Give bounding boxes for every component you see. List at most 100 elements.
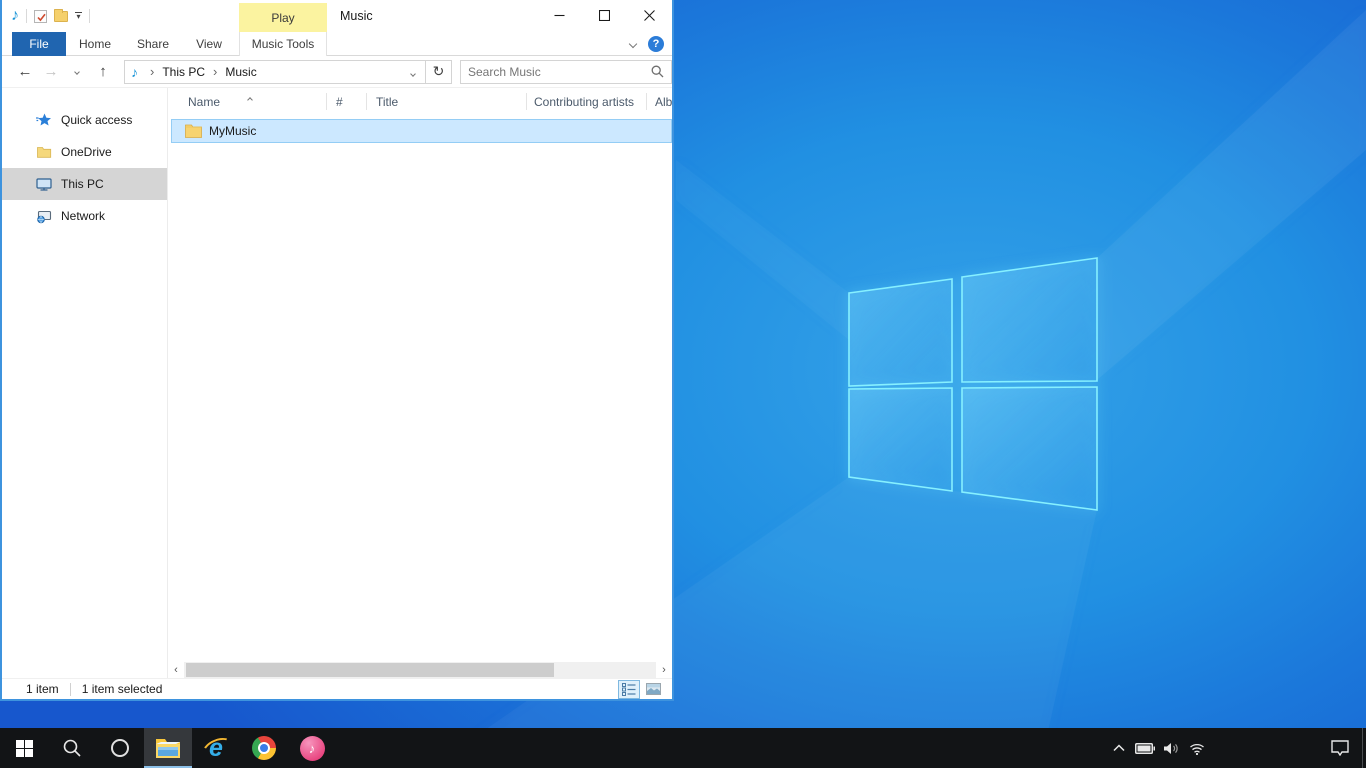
tab-home[interactable]: Home xyxy=(68,32,122,56)
cortana-circle-icon xyxy=(110,738,130,758)
view-toggle-buttons xyxy=(618,680,664,699)
folder-icon xyxy=(185,124,202,138)
details-view-button[interactable] xyxy=(618,680,640,699)
search-box xyxy=(460,60,672,84)
customize-toolbar-dropdown-icon[interactable]: ▾ xyxy=(75,12,82,20)
address-bar-group: ♪ › This PC › Music ↻ xyxy=(124,60,452,84)
column-divider[interactable] xyxy=(646,93,647,110)
sidebar-item-label: Quick access xyxy=(61,113,132,127)
window-title: Music xyxy=(340,9,373,23)
address-bar[interactable]: ♪ › This PC › Music xyxy=(125,61,425,83)
recent-locations-chevron-icon[interactable] xyxy=(64,70,90,74)
file-row-mymusic[interactable]: MyMusic xyxy=(171,119,672,143)
wifi-icon xyxy=(1189,742,1205,755)
sidebar-item-label: This PC xyxy=(61,177,104,191)
chevron-up-icon xyxy=(1113,744,1125,752)
taskbar: e ♪ xyxy=(0,728,1366,768)
navigation-pane: Quick access OneDrive This PC xyxy=(2,88,168,678)
refresh-button[interactable]: ↻ xyxy=(425,61,451,83)
battery-indicator[interactable] xyxy=(1132,728,1158,768)
thumbnail-view-icon xyxy=(646,683,661,695)
taskbar-search-button[interactable] xyxy=(48,728,96,768)
taskbar-file-explorer-button[interactable] xyxy=(144,728,192,768)
scroll-right-arrow-icon[interactable]: › xyxy=(656,662,672,678)
show-desktop-button[interactable] xyxy=(1362,728,1366,768)
ribbon-collapse-chevron-icon[interactable] xyxy=(629,40,637,48)
separator xyxy=(89,9,90,23)
chrome-icon xyxy=(252,736,276,760)
close-button[interactable] xyxy=(627,0,672,31)
ribbon-tab-row: File Home Share View Music Tools ? xyxy=(2,32,672,56)
column-header-title[interactable]: Title xyxy=(376,95,398,109)
file-explorer-icon xyxy=(155,737,181,759)
separator xyxy=(26,9,27,23)
sidebar-item-network[interactable]: Network xyxy=(2,200,167,232)
scrollbar-thumb[interactable] xyxy=(186,663,554,677)
tab-share[interactable]: Share xyxy=(126,32,180,56)
sidebar-item-label: OneDrive xyxy=(61,145,112,159)
properties-icon[interactable] xyxy=(34,10,47,23)
horizontal-scrollbar: ‹ › xyxy=(168,662,672,678)
action-center-button[interactable] xyxy=(1318,728,1362,768)
column-divider[interactable] xyxy=(526,93,527,110)
column-header-contributing-artists[interactable]: Contributing artists xyxy=(534,95,634,109)
scrollbar-track[interactable] xyxy=(184,662,656,678)
sort-ascending-caret-icon xyxy=(248,91,252,105)
sidebar-item-label: Network xyxy=(61,209,105,223)
volume-indicator[interactable] xyxy=(1158,728,1184,768)
this-pc-monitor-icon xyxy=(36,176,52,192)
location-music-note-icon: ♪ xyxy=(131,64,138,80)
onedrive-folder-icon xyxy=(36,144,52,160)
action-center-icon xyxy=(1331,740,1349,756)
tab-file[interactable]: File xyxy=(12,32,66,56)
itunes-button[interactable]: ♪ xyxy=(288,728,336,768)
column-header-row: Name # Title Contributing artists Alb xyxy=(168,88,672,116)
internet-explorer-button[interactable]: e xyxy=(192,728,240,768)
internet-explorer-icon: e xyxy=(203,735,229,761)
new-folder-icon[interactable] xyxy=(54,11,68,22)
column-header-album[interactable]: Alb xyxy=(655,95,672,109)
breadcrumb-this-pc[interactable]: This PC xyxy=(160,65,207,79)
search-input[interactable] xyxy=(468,65,651,79)
quick-access-toolbar: ♪ ▾ xyxy=(2,8,90,24)
title-bar[interactable]: ♪ ▾ Play Music xyxy=(2,0,672,32)
quick-access-star-icon xyxy=(36,112,52,128)
forward-button[interactable]: → xyxy=(38,63,64,80)
column-header-name[interactable]: Name xyxy=(188,95,220,109)
minimize-button[interactable] xyxy=(537,0,582,31)
column-divider[interactable] xyxy=(326,93,327,110)
tab-view[interactable]: View xyxy=(184,32,234,56)
windows-start-icon xyxy=(16,740,33,757)
sidebar-item-onedrive[interactable]: OneDrive xyxy=(2,136,167,168)
search-icon xyxy=(651,65,664,78)
scroll-left-arrow-icon[interactable]: ‹ xyxy=(168,662,184,678)
network-indicator[interactable] xyxy=(1184,728,1210,768)
breadcrumb-music[interactable]: Music xyxy=(223,65,258,79)
up-button[interactable]: ↑ xyxy=(90,63,116,80)
column-header-number[interactable]: # xyxy=(336,95,343,109)
help-icon[interactable]: ? xyxy=(648,36,664,52)
details-view-icon xyxy=(622,683,636,696)
cortana-button[interactable] xyxy=(96,728,144,768)
selection-count: 1 item selected xyxy=(82,682,163,696)
itunes-icon: ♪ xyxy=(300,736,325,761)
window-music-note-icon: ♪ xyxy=(11,8,19,24)
tray-expand-button[interactable] xyxy=(1106,728,1132,768)
explorer-window: ♪ ▾ Play Music File Home Share V xyxy=(0,0,674,701)
column-divider[interactable] xyxy=(366,93,367,110)
thumbnail-view-button[interactable] xyxy=(642,680,664,699)
breadcrumb-separator-icon: › xyxy=(207,64,223,79)
sidebar-item-quick-access[interactable]: Quick access xyxy=(2,104,167,136)
tab-music-tools[interactable]: Music Tools xyxy=(239,32,327,56)
file-list-panel: Name # Title Contributing artists Alb My… xyxy=(168,88,672,678)
contextual-tab-play[interactable]: Play xyxy=(239,3,327,32)
back-button[interactable]: ← xyxy=(12,63,38,80)
maximize-button[interactable] xyxy=(582,0,627,31)
system-tray xyxy=(1106,728,1366,768)
sidebar-item-this-pc[interactable]: This PC xyxy=(2,168,167,200)
start-button[interactable] xyxy=(0,728,48,768)
file-name: MyMusic xyxy=(209,124,256,138)
chrome-button[interactable] xyxy=(240,728,288,768)
status-bar: 1 item 1 item selected xyxy=(2,678,672,699)
address-dropdown-chevron-icon[interactable] xyxy=(407,65,419,79)
